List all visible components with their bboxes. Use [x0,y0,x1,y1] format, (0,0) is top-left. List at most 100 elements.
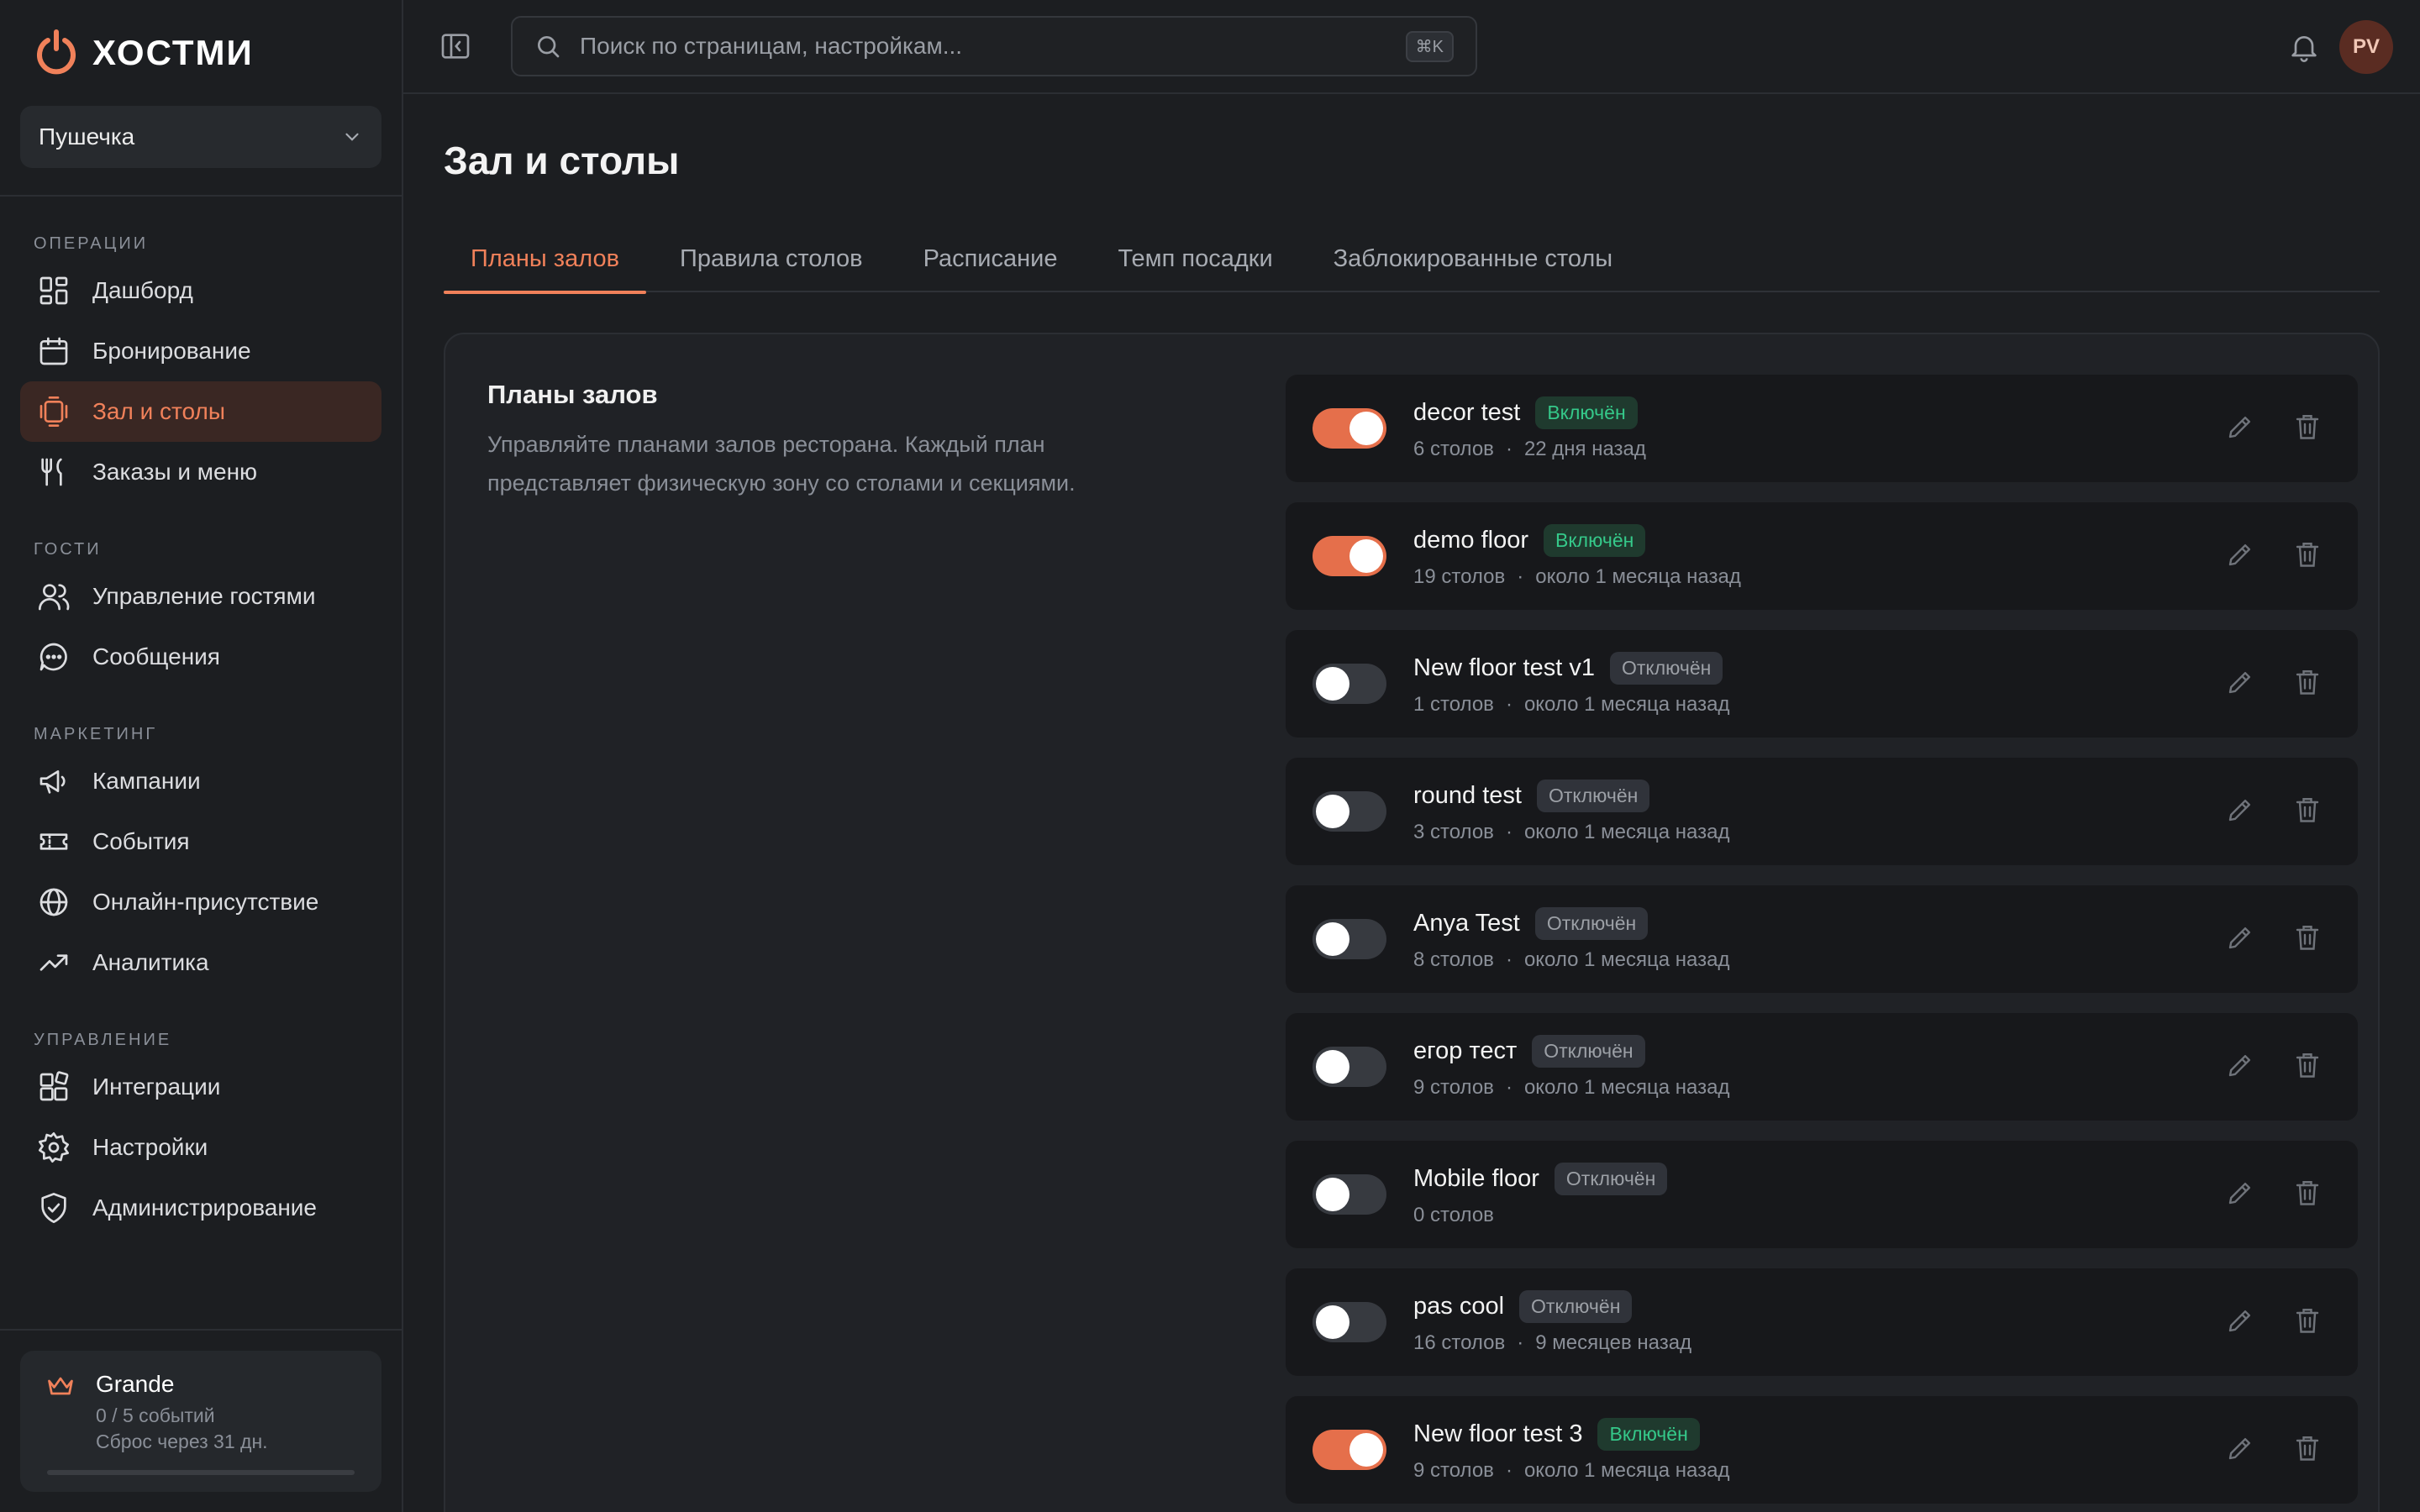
pencil-icon[interactable] [2225,1305,2255,1336]
sidebar-item-label: События [92,828,190,854]
floor-plan-meta: 19 столов · около 1 месяца назад [1413,565,1741,589]
tab-2[interactable]: Расписание [897,225,1085,292]
subscription-plan-card[interactable]: Grande 0 / 5 событий Сброс через 31 дн. [20,1351,381,1492]
sidebar: ХОСТМИ Пушечка ОПЕРАЦИИ Дашборд Бронирован… [0,0,403,1512]
brand-logo[interactable]: ХОСТМИ [0,0,402,106]
floor-plan-meta: 9 столов · около 1 месяца назад [1413,1459,1729,1483]
gear-icon [39,1132,69,1163]
sidebar-item-calendar[interactable]: Бронирование [20,321,381,381]
search-icon [538,36,560,58]
tab-3[interactable]: Темп посадки [1091,225,1299,292]
floor-plan-name: Mobile floor [1413,1164,1539,1192]
table-count: 8 столов [1413,948,1494,971]
floor-plan-row: pas cool Отключён 16 столов · 9 месяцев наза… [1286,1268,2358,1376]
sidebar-item-dashboard[interactable]: Дашборд [20,260,381,321]
table-count: 9 столов [1413,1458,1494,1482]
sidebar-item-label: Интеграции [92,1074,221,1100]
sidebar-item-label: Аналитика [92,949,209,975]
floor-enabled-toggle[interactable] [1313,664,1386,704]
sidebar-collapse-icon[interactable] [439,29,472,63]
trash-icon[interactable] [2292,1305,2323,1336]
trend-icon [39,954,68,971]
plan-progress-bar [47,1470,355,1475]
floor-plan-name: demo floor [1413,526,1529,554]
topbar: ⌘K PV [403,0,2420,94]
sidebar-item-label: Заказы и меню [92,459,258,485]
chat-icon [39,643,67,671]
row-actions [2225,667,2323,697]
search-input[interactable] [580,33,1387,60]
pencil-icon[interactable] [2225,922,2255,953]
megaphone-icon [39,770,66,794]
floor-enabled-toggle[interactable] [1313,536,1386,576]
pencil-icon[interactable] [2225,667,2255,697]
status-badge: Включён [1597,1417,1700,1451]
chevron-down-icon [345,133,359,141]
users-icon [39,584,70,611]
tab-4[interactable]: Заблокированные столы [1307,225,1639,292]
sidebar-nav: ОПЕРАЦИИ Дашборд Бронирование Зал и столы За… [0,197,402,1238]
brand-name: ХОСТМИ [92,33,254,72]
floor-plan-row: New floor test 3 Включён 9 столов · около 1 … [1286,1396,2358,1504]
user-avatar[interactable]: PV [2339,20,2393,74]
floor-enabled-toggle[interactable] [1313,1174,1386,1215]
pencil-icon[interactable] [2225,539,2255,570]
updated-time: около 1 месяца назад [1523,948,1730,971]
floor-plan-row: demo floor Включён 19 столов · около 1 месяц… [1286,502,2358,610]
floor-plans-panel: Планы залов Управляйте планами залов рес… [444,333,2380,1512]
sidebar-item-utensils[interactable]: Заказы и меню [20,442,381,502]
trash-icon[interactable] [2292,412,2323,442]
trash-icon[interactable] [2292,667,2323,697]
row-actions [2225,1178,2323,1208]
sidebar-item-megaphone[interactable]: Кампании [20,751,381,811]
sidebar-item-gear[interactable]: Настройки [20,1117,381,1178]
pencil-icon[interactable] [2225,795,2255,825]
trash-icon[interactable] [2292,922,2323,953]
sidebar-item-chat[interactable]: Сообщения [20,627,381,687]
floor-enabled-toggle[interactable] [1313,1047,1386,1087]
floor-enabled-toggle[interactable] [1313,791,1386,832]
trash-icon[interactable] [2292,1178,2323,1208]
tab-1[interactable]: Правила столов [653,225,890,292]
search-bar[interactable]: ⌘K [511,16,1477,76]
pencil-icon[interactable] [2225,1178,2255,1208]
bell-icon[interactable] [2287,30,2321,64]
sidebar-item-users[interactable]: Управление гостями [20,566,381,627]
meta-separator: · [1505,1458,1512,1482]
sidebar-item-label: Сообщения [92,643,220,669]
floor-enabled-toggle[interactable] [1313,408,1386,449]
sidebar-item-globe[interactable]: Онлайн-присутствие [20,872,381,932]
pencil-icon[interactable] [2225,1050,2255,1080]
sidebar-item-label: Кампании [92,768,201,794]
sidebar-item-shield[interactable]: Администрирование [20,1178,381,1238]
trash-icon[interactable] [2292,795,2323,825]
pencil-icon[interactable] [2225,1433,2255,1463]
status-badge: Отключён [1534,906,1649,940]
floor-enabled-toggle[interactable] [1313,1430,1386,1470]
status-badge: Отключён [1519,1289,1633,1323]
venue-selector[interactable]: Пушечка [20,106,381,168]
floor-plan-row: round test Отключён 3 столов · около 1 месяц… [1286,758,2358,865]
sidebar-item-tables[interactable]: Зал и столы [20,381,381,442]
sidebar-item-label: Администрирование [92,1194,317,1221]
updated-time: около 1 месяца назад [1523,820,1730,843]
floor-plan-info: егор тест Отключён 9 столов · около 1 месяца… [1413,1034,1729,1100]
pencil-icon[interactable] [2225,412,2255,442]
status-badge: Отключён [1536,779,1650,812]
floor-enabled-toggle[interactable] [1313,1302,1386,1342]
floor-enabled-toggle[interactable] [1313,919,1386,959]
sidebar-item-trend[interactable]: Аналитика [20,932,381,993]
updated-time: 22 дня назад [1523,437,1646,460]
trash-icon[interactable] [2292,1433,2323,1463]
sidebar-item-ticket[interactable]: События [20,811,381,872]
panel-title: Планы залов [487,380,658,409]
sidebar-item-integrations[interactable]: Интеграции [20,1057,381,1117]
trash-icon[interactable] [2292,539,2323,570]
tab-0[interactable]: Планы залов [444,225,647,294]
venue-name: Пушечка [39,123,135,150]
trash-icon[interactable] [2292,1050,2323,1080]
sidebar-item-label: Зал и столы [92,398,225,424]
main-content: ⌘K PV Зал и столы Планы заловПравила сто… [403,0,2420,1512]
sidebar-item-label: Настройки [92,1134,208,1160]
toggle-knob [1316,1305,1349,1339]
